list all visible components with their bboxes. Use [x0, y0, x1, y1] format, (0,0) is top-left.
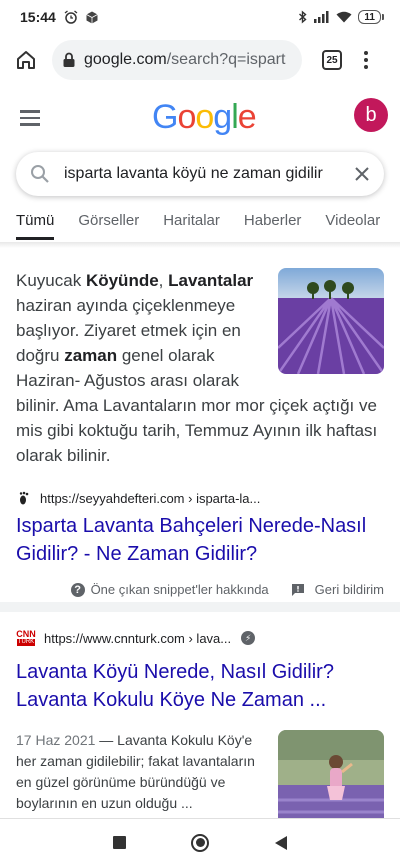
- logo-letter: e: [237, 98, 257, 136]
- featured-snippet: Kuyucak Köyünde, Lavantalar haziran ayın…: [0, 256, 400, 597]
- logo-letter: g: [213, 98, 232, 136]
- tab-count: 25: [326, 54, 338, 66]
- google-logo[interactable]: Google: [152, 98, 257, 137]
- snippet-text: Kuyucak Köyünde, Lavantalar haziran ayın…: [0, 256, 400, 468]
- main-menu-button[interactable]: [20, 110, 40, 126]
- signal-icon: [314, 11, 329, 23]
- bluetooth-icon: [299, 10, 307, 24]
- lavender-field-image[interactable]: [278, 268, 384, 374]
- search-icon: [31, 165, 49, 183]
- menu-dot: [364, 65, 368, 69]
- status-time: 15:44: [20, 9, 56, 25]
- back-button[interactable]: [275, 835, 288, 850]
- footprint-icon: [19, 491, 29, 505]
- result-title-link[interactable]: Isparta Lavanta Bahçeleri Nerede-Nasıl G…: [16, 512, 384, 568]
- browser-toolbar: google.com/search?q=ispart 25: [0, 36, 400, 84]
- tab-news[interactable]: Haberler: [244, 206, 302, 240]
- favicon-text: CNN: [16, 629, 36, 639]
- home-nav-button[interactable]: [191, 833, 210, 852]
- search-result: CNN TÜRK https://www.cnnturk.com › lava.…: [0, 620, 400, 836]
- tab-switcher-button[interactable]: 25: [322, 50, 342, 70]
- tab-videos[interactable]: Videolar: [325, 206, 380, 240]
- menu-line: [20, 123, 40, 126]
- result-source[interactable]: https://seyyahdefteri.com › isparta-la..…: [16, 490, 384, 506]
- search-tabs: Tümü Görseller Haritalar Haberler Videol…: [0, 206, 400, 242]
- snippet-highlight: zaman: [64, 346, 118, 365]
- snippet-highlight: Köyünde: [85, 271, 159, 290]
- url-host: google.com: [84, 51, 167, 68]
- logo-letter: o: [177, 98, 196, 136]
- amp-icon: ⚡: [241, 631, 256, 645]
- alarm-icon: [64, 10, 78, 24]
- status-bar: 15:44 11: [0, 0, 400, 34]
- google-header: Google b: [0, 92, 400, 144]
- snippet-footer: ? Öne çıkan snippet'ler hakkında Geri bi…: [16, 582, 384, 597]
- clear-icon[interactable]: [354, 166, 370, 182]
- result-title-link[interactable]: Lavanta Köyü Nerede, Nasıl Gidilir? Lava…: [16, 658, 384, 714]
- logo-letter: G: [152, 98, 178, 136]
- package-icon: [86, 11, 98, 23]
- account-avatar[interactable]: b: [354, 98, 388, 132]
- snippet-fragment: ,: [158, 271, 169, 290]
- wifi-icon: [336, 11, 352, 23]
- menu-line: [20, 116, 40, 119]
- recents-button[interactable]: [112, 836, 126, 849]
- snippet-highlight: Lavantalar: [168, 271, 254, 290]
- search-box[interactable]: isparta lavanta köyü ne zaman gidilir: [16, 152, 384, 196]
- address-bar[interactable]: google.com/search?q=ispart: [52, 40, 302, 80]
- menu-line: [20, 110, 40, 113]
- lock-icon: [63, 52, 75, 67]
- snippet-fragment: Kuyucak: [16, 271, 86, 290]
- browser-menu-button[interactable]: [364, 51, 368, 69]
- cnnturk-favicon: CNN TÜRK: [16, 628, 36, 648]
- menu-dot: [364, 51, 368, 55]
- result-source[interactable]: CNN TÜRK https://www.cnnturk.com › lava.…: [16, 628, 384, 648]
- menu-dot: [364, 58, 368, 62]
- battery-indicator: 11: [358, 10, 381, 24]
- system-nav-bar: [0, 818, 400, 866]
- logo-letter: o: [195, 98, 214, 136]
- search-query[interactable]: isparta lavanta köyü ne zaman gidilir: [64, 165, 354, 183]
- avatar-letter: b: [365, 103, 377, 126]
- tabs-divider: [0, 242, 400, 248]
- feedback-icon: [291, 583, 304, 596]
- tab-maps[interactable]: Haritalar: [163, 206, 220, 240]
- section-divider: [0, 602, 400, 612]
- home-button[interactable]: [10, 44, 42, 76]
- source-url: https://seyyahdefteri.com › isparta-la..…: [40, 490, 261, 506]
- battery-level: 11: [364, 11, 375, 23]
- url-path: /search?q=ispart: [166, 51, 286, 68]
- tab-all[interactable]: Tümü: [16, 206, 55, 240]
- help-icon: ?: [70, 582, 85, 597]
- favicon-sub: TÜRK: [16, 639, 36, 646]
- feedback-link[interactable]: Geri bildirim: [315, 582, 384, 597]
- tab-images[interactable]: Görseller: [78, 206, 139, 240]
- battery-tip: [382, 14, 384, 20]
- home-icon: [17, 51, 35, 69]
- source-url: https://www.cnnturk.com › lava...: [44, 630, 232, 646]
- result-date: 17 Haz 2021: [16, 732, 96, 748]
- result-snippet: 17 Haz 2021 — Lavanta Kokulu Köy'e her z…: [0, 730, 400, 836]
- about-snippets-link[interactable]: Öne çıkan snippet'ler hakkında: [91, 582, 269, 597]
